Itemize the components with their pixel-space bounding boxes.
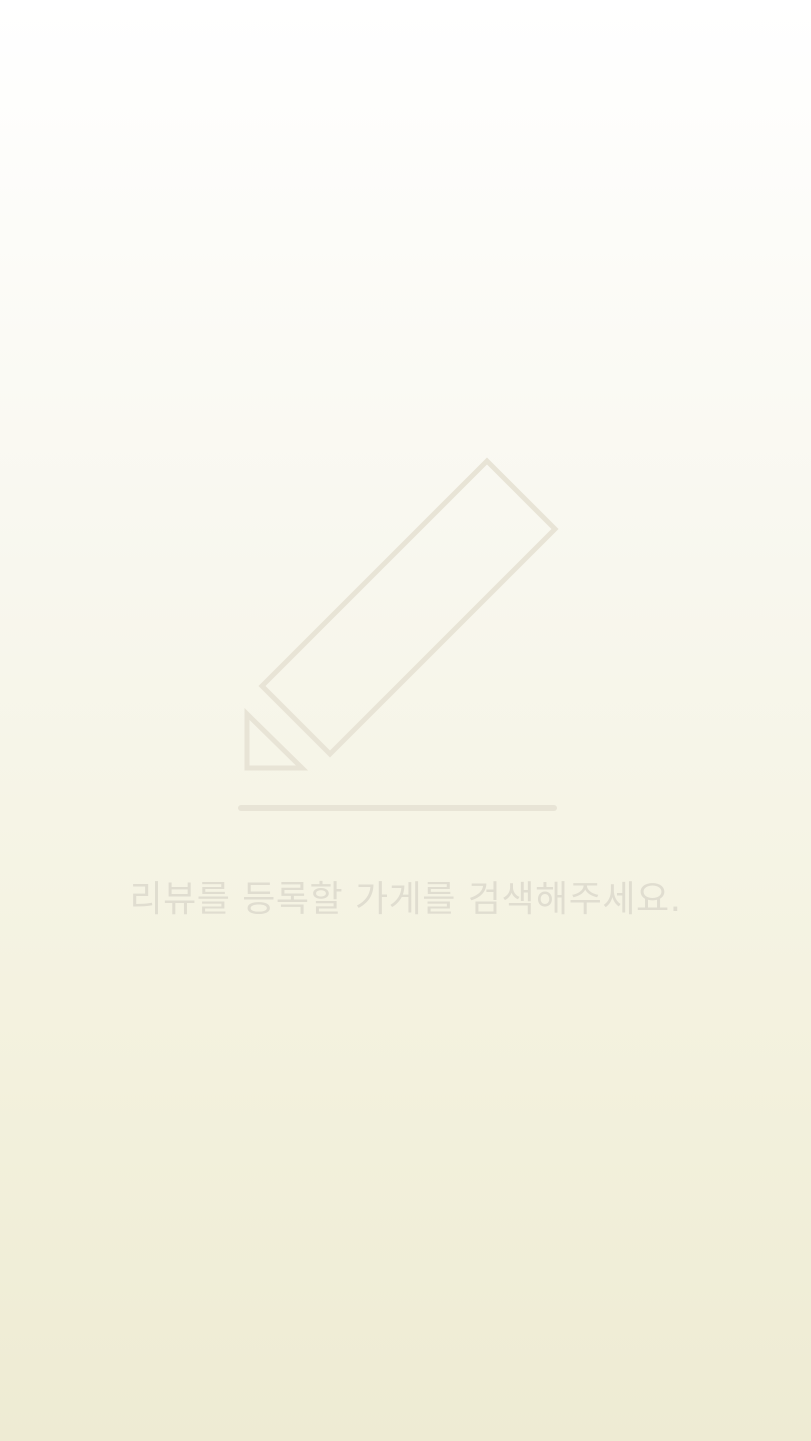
pencil-icon <box>238 457 559 811</box>
empty-state: 리뷰를 등록할 가게를 검색해주세요. <box>0 0 811 1441</box>
empty-state-message: 리뷰를 등록할 가게를 검색해주세요. <box>129 879 682 920</box>
screen: 리뷰를 등록할 가게를 검색해주세요. <box>0 0 811 1441</box>
